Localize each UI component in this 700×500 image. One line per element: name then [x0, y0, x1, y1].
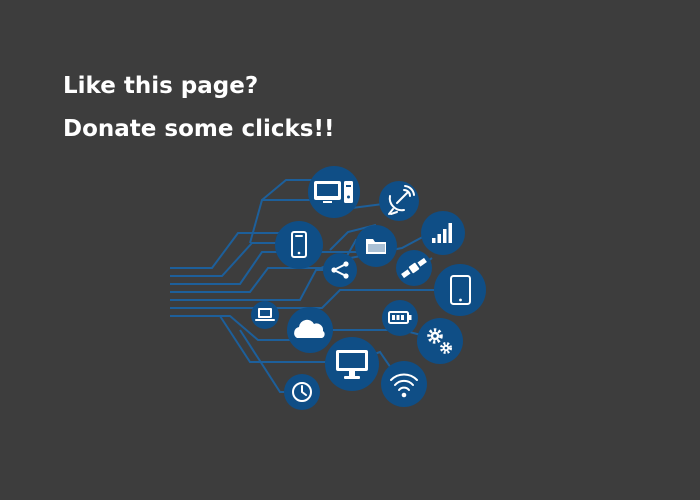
- gears-node: [417, 318, 463, 364]
- folder-node: [355, 225, 397, 267]
- network-devices-graphic: [170, 166, 486, 410]
- satellite-node: [396, 250, 432, 286]
- cloud-node: [287, 307, 333, 353]
- monitor-node: [325, 337, 379, 391]
- desktop-computer-node: [308, 166, 360, 218]
- tablet-node: [434, 264, 486, 316]
- share-node: [323, 253, 357, 287]
- smartphone-node: [275, 221, 323, 269]
- desktop-computer-icon: [314, 181, 353, 203]
- battery-node: [382, 300, 418, 336]
- satellite-dish-node: [379, 181, 419, 221]
- clock-node: [284, 374, 320, 410]
- laptop-node: [251, 301, 279, 329]
- wifi-node: [381, 361, 427, 407]
- circuit-wires: [170, 179, 460, 393]
- signal-bars-node: [421, 211, 465, 255]
